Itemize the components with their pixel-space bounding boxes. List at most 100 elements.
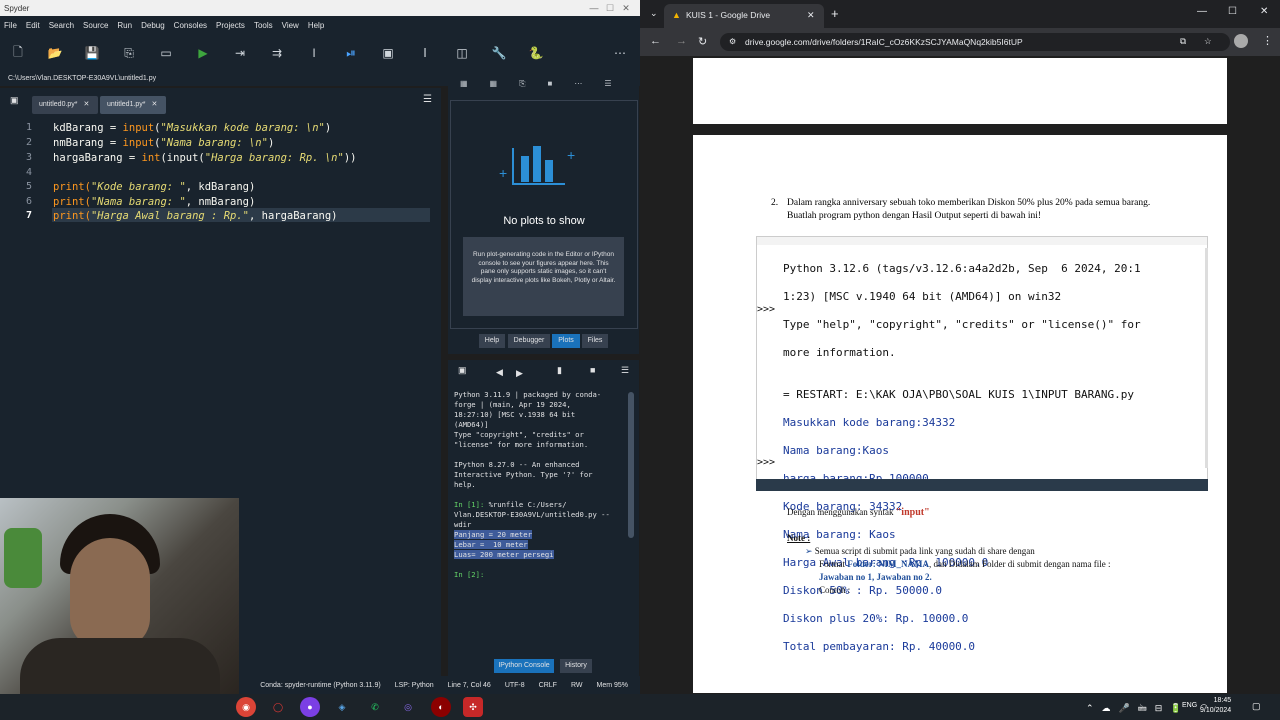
document-page-1 bbox=[693, 58, 1227, 124]
menu-run[interactable]: Run bbox=[117, 21, 132, 30]
tab-untitled1[interactable]: untitled1.py* ✕ bbox=[100, 96, 166, 114]
code-token: hargaBarang = bbox=[53, 152, 142, 164]
editor-browse-icon[interactable]: ▣ bbox=[10, 95, 19, 106]
spyder-title: Spyder bbox=[4, 3, 30, 13]
note-label: Note : bbox=[787, 533, 811, 543]
code-token: "Harga Awal barang : Rp." bbox=[90, 210, 249, 222]
close-tab-icon[interactable]: ✕ bbox=[83, 101, 89, 108]
back-icon[interactable]: ← bbox=[650, 35, 661, 47]
new-file-icon[interactable]: 🗋 bbox=[6, 41, 30, 65]
address-bar[interactable]: ⚙ drive.google.com/drive/folders/1RaIC_c… bbox=[720, 33, 1230, 51]
more-icon[interactable]: ⋯ bbox=[608, 41, 632, 65]
install-icon[interactable]: ⧉ bbox=[1180, 36, 1186, 47]
opera-taskbar-icon[interactable]: ◯ bbox=[268, 697, 288, 717]
note-line-3: Jawaban no 1, Jawaban no 2. bbox=[819, 572, 932, 582]
preferences-icon[interactable]: 🔧 bbox=[487, 41, 511, 65]
maximize-pane-icon[interactable]: ◫ bbox=[450, 41, 474, 65]
menu-consoles[interactable]: Consoles bbox=[174, 21, 207, 30]
console-prev-icon[interactable]: ◀ bbox=[496, 367, 503, 378]
debug-cell-icon[interactable]: ▣ bbox=[376, 41, 400, 65]
console-clear-icon[interactable]: ▮ bbox=[557, 365, 562, 376]
menu-projects[interactable]: Projects bbox=[216, 21, 245, 30]
menu-file[interactable]: File bbox=[4, 21, 17, 30]
forward-icon[interactable]: → bbox=[676, 35, 687, 47]
spyder-taskbar-icon[interactable]: ◐ bbox=[431, 697, 451, 717]
bookmark-icon[interactable]: ☆ bbox=[1204, 36, 1212, 47]
console-next-icon[interactable]: ▶ bbox=[516, 368, 523, 379]
chrome-menu-icon[interactable]: ⋮ bbox=[1262, 34, 1273, 47]
debug-icon[interactable]: ⏯ bbox=[339, 41, 363, 65]
run-selection-icon[interactable]: I bbox=[302, 41, 326, 65]
tab-ipython-console[interactable]: IPython Console bbox=[494, 659, 554, 673]
menu-help[interactable]: Help bbox=[308, 21, 324, 30]
console-output-line: Luas= 200 meter persegi bbox=[454, 550, 554, 559]
chart-icon: + + bbox=[499, 146, 575, 185]
code-token: nmBarang = bbox=[53, 137, 123, 149]
save-all-icon[interactable]: ⎘ bbox=[117, 41, 141, 65]
console-browse-icon[interactable]: ▣ bbox=[458, 365, 467, 376]
terminal-scrollbar bbox=[1205, 248, 1208, 468]
debug-selection-icon[interactable]: Ⅰ bbox=[413, 41, 437, 65]
tab-search-icon[interactable]: ⌄ bbox=[650, 8, 658, 19]
app3-taskbar-icon[interactable]: ✣ bbox=[463, 697, 483, 717]
notification-icon[interactable]: ▢ bbox=[1252, 701, 1261, 712]
code-token: (input( bbox=[160, 152, 205, 164]
console-stop-icon[interactable]: ■ bbox=[590, 365, 595, 375]
bullet-arrow-icon: ➢ bbox=[805, 546, 815, 556]
menu-view[interactable]: View bbox=[282, 21, 299, 30]
ipython-console[interactable]: Python 3.11.9 | packaged by conda- forge… bbox=[450, 390, 628, 645]
menu-search[interactable]: Search bbox=[49, 21, 74, 30]
in-prompt: In [2]: bbox=[454, 570, 485, 579]
clock[interactable]: 18:45 9/10/2024 bbox=[1200, 696, 1231, 716]
plots-toolbar-icons[interactable]: ▦▦⎘■⋯☰ bbox=[460, 79, 634, 89]
run-cell-advance-icon[interactable]: ⇉ bbox=[265, 41, 289, 65]
browser-tab[interactable]: ▲ KUIS 1 - Google Drive ✕ bbox=[664, 4, 824, 28]
tab-help[interactable]: Help bbox=[479, 334, 505, 348]
close-button[interactable]: ✕ bbox=[612, 0, 640, 16]
python-path-icon[interactable]: 🐍 bbox=[524, 41, 548, 65]
status-cursor: Line 7, Col 46 bbox=[447, 681, 491, 689]
code-token: print( bbox=[53, 196, 91, 208]
console-scrollbar[interactable] bbox=[628, 392, 634, 538]
save-icon[interactable]: 💾 bbox=[80, 41, 104, 65]
reload-icon[interactable]: ↻ bbox=[698, 35, 707, 48]
app-taskbar-icon[interactable]: ● bbox=[300, 697, 320, 717]
spyder-menubar: File Edit Search Source Run Debug Consol… bbox=[0, 16, 640, 34]
menu-source[interactable]: Source bbox=[83, 21, 108, 30]
language-indicator[interactable]: ENG bbox=[1182, 702, 1197, 709]
menu-debug[interactable]: Debug bbox=[141, 21, 165, 30]
status-lsp[interactable]: LSP: Python bbox=[395, 682, 434, 689]
new-tab-button[interactable]: + bbox=[831, 6, 839, 21]
tab-files[interactable]: Files bbox=[582, 334, 608, 348]
new-cell-icon[interactable]: ▭ bbox=[154, 41, 178, 65]
profile-avatar[interactable] bbox=[1234, 34, 1248, 48]
chrome-maximize-button[interactable]: ☐ bbox=[1228, 6, 1237, 17]
chrome-taskbar-icon[interactable]: ◉ bbox=[236, 697, 256, 717]
chrome-minimize-button[interactable]: — bbox=[1197, 6, 1207, 17]
note-line-4: Contoh : bbox=[819, 585, 851, 595]
menu-tools[interactable]: Tools bbox=[254, 21, 273, 30]
run-cell-icon[interactable]: ⇥ bbox=[228, 41, 252, 65]
open-file-icon[interactable]: 📂 bbox=[43, 41, 67, 65]
run-icon[interactable]: ▶ bbox=[191, 41, 215, 65]
tray-icons[interactable]: ⌃☁🎤🖮⊟🔋 bbox=[1086, 701, 1190, 717]
site-info-icon[interactable]: ⚙ bbox=[729, 37, 736, 46]
app2-taskbar-icon[interactable]: ◎ bbox=[398, 697, 418, 717]
webcam-person-shirt bbox=[20, 638, 220, 698]
tab-plots[interactable]: Plots bbox=[552, 334, 580, 348]
editor-options-icon[interactable]: ☰ bbox=[423, 94, 432, 105]
chrome-close-button[interactable]: ✕ bbox=[1260, 6, 1268, 17]
note-section: Dengan menggunakan syntak "input" Note :… bbox=[787, 506, 1110, 597]
menu-edit[interactable]: Edit bbox=[26, 21, 40, 30]
line-number: 2 bbox=[25, 137, 32, 148]
close-tab-icon[interactable]: ✕ bbox=[151, 101, 157, 108]
tab-history[interactable]: History bbox=[560, 659, 592, 673]
whatsapp-taskbar-icon[interactable]: ✆ bbox=[365, 697, 385, 717]
tab-untitled0[interactable]: untitled0.py* ✕ bbox=[32, 96, 98, 114]
console-options-icon[interactable]: ☰ bbox=[621, 365, 629, 376]
close-tab-icon[interactable]: ✕ bbox=[807, 10, 815, 21]
line-number: 1 bbox=[25, 122, 32, 133]
status-conda[interactable]: Conda: spyder-runtime (Python 3.11.9) bbox=[260, 682, 381, 689]
steam-taskbar-icon[interactable]: ◈ bbox=[332, 697, 352, 717]
tab-debugger[interactable]: Debugger bbox=[508, 334, 550, 348]
